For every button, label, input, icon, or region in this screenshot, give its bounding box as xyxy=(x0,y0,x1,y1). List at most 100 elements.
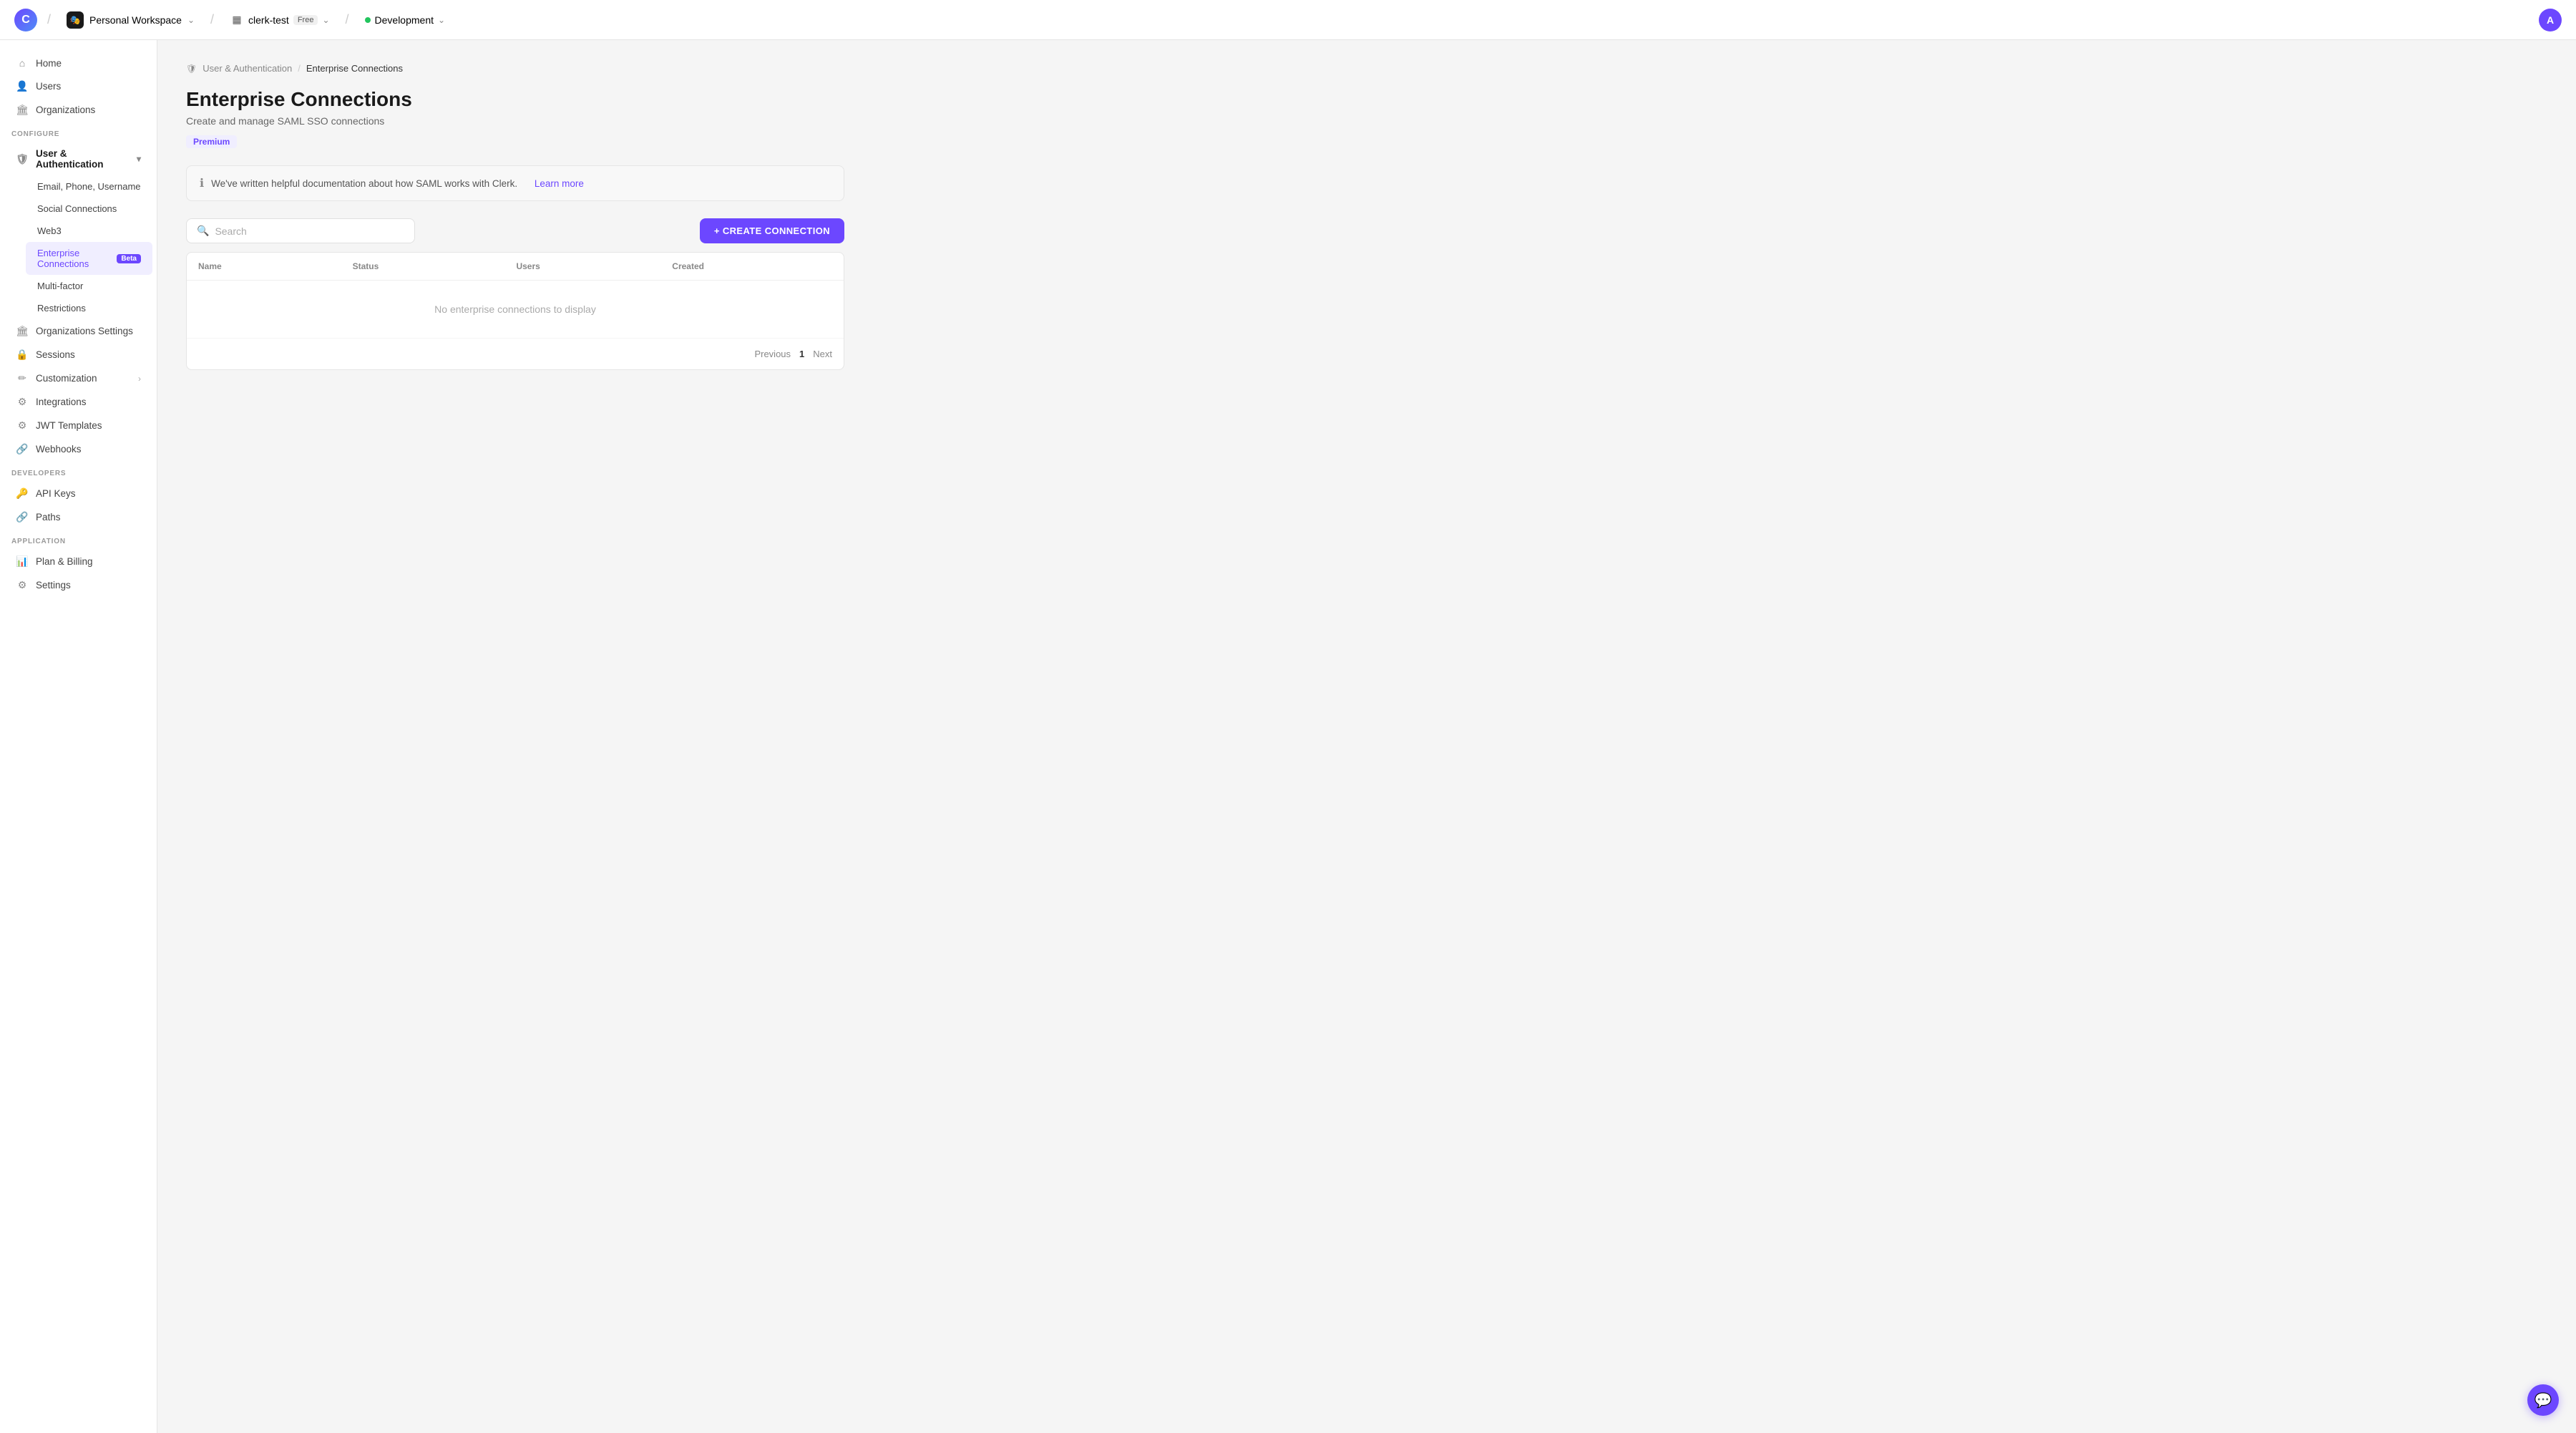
connections-table: Name Status Users Created No enterprise … xyxy=(186,252,844,370)
webhooks-icon: 🔗 xyxy=(16,443,29,455)
pagination-previous[interactable]: Previous xyxy=(754,349,791,359)
info-text: We've written helpful documentation abou… xyxy=(211,178,517,189)
settings-label: Settings xyxy=(36,580,71,591)
paths-icon: 🔗 xyxy=(16,511,29,523)
sidebar-item-multi-factor[interactable]: Multi-factor xyxy=(26,275,152,297)
sidebar-item-sessions[interactable]: 🔒 Sessions xyxy=(4,343,152,366)
sidebar-item-organizations[interactable]: 🏛 Organizations xyxy=(4,98,152,122)
sidebar-item-customization[interactable]: ✏ Customization › xyxy=(4,366,152,390)
settings-icon: ⚙ xyxy=(16,579,29,591)
learn-more-link[interactable]: Learn more xyxy=(535,178,584,189)
breadcrumb: 🛡 User & Authentication / Enterprise Con… xyxy=(186,63,844,74)
pagination-page-number: 1 xyxy=(799,349,804,359)
customization-label: Customization xyxy=(36,373,97,384)
search-box: 🔍 xyxy=(186,218,415,243)
sidebar-group-user-auth[interactable]: 🛡 User & Authentication ▾ xyxy=(4,142,152,175)
sidebar-organizations-label: Organizations xyxy=(36,105,95,115)
sidebar-item-restrictions[interactable]: Restrictions xyxy=(26,297,152,319)
topbar: C / 🎭 Personal Workspace ⌄ / ▦ clerk-tes… xyxy=(0,0,2576,40)
workspace-icon: 🎭 xyxy=(67,11,84,29)
app-selector[interactable]: ▦ clerk-test Free ⌄ xyxy=(224,10,335,30)
create-connection-button[interactable]: + CREATE CONNECTION xyxy=(700,218,844,243)
info-icon: ℹ xyxy=(200,176,204,190)
env-dot-icon xyxy=(365,17,371,23)
shield-icon: 🛡 xyxy=(16,153,29,165)
sidebar-item-social-connections[interactable]: Social Connections xyxy=(26,198,152,220)
sidebar-users-label: Users xyxy=(36,81,61,92)
sidebar-item-paths[interactable]: 🔗 Paths xyxy=(4,505,152,529)
sep3: / xyxy=(346,12,349,27)
page-subtitle: Create and manage SAML SSO connections xyxy=(186,115,844,127)
sidebar-item-settings[interactable]: ⚙ Settings xyxy=(4,573,152,597)
pagination: Previous 1 Next xyxy=(187,339,844,369)
home-icon: ⌂ xyxy=(16,57,29,69)
sidebar-item-email-phone[interactable]: Email, Phone, Username xyxy=(26,175,152,198)
integrations-icon: ⚙ xyxy=(16,396,29,408)
customization-icon: ✏ xyxy=(16,372,29,384)
sessions-icon: 🔒 xyxy=(16,349,29,361)
developers-section-label: DEVELOPERS xyxy=(0,461,157,482)
sidebar-item-jwt-templates[interactable]: ⚙ JWT Templates xyxy=(4,414,152,437)
chat-widget[interactable]: 💬 xyxy=(2527,1384,2559,1416)
col-created: Created xyxy=(660,253,844,281)
breadcrumb-current: Enterprise Connections xyxy=(306,63,403,74)
sidebar-item-plan-billing[interactable]: 📊 Plan & Billing xyxy=(4,550,152,573)
integrations-label: Integrations xyxy=(36,397,87,407)
col-name: Name xyxy=(187,253,341,281)
workspace-selector[interactable]: 🎭 Personal Workspace ⌄ xyxy=(61,9,200,31)
sidebar-item-web3[interactable]: Web3 xyxy=(26,220,152,242)
pagination-next[interactable]: Next xyxy=(813,349,832,359)
user-auth-label: User & Authentication xyxy=(36,148,130,170)
free-badge: Free xyxy=(293,15,318,25)
table-empty-row: No enterprise connections to display xyxy=(187,281,844,339)
sidebar-item-integrations[interactable]: ⚙ Integrations xyxy=(4,390,152,414)
webhooks-label: Webhooks xyxy=(36,444,82,455)
org-settings-icon: 🏛 xyxy=(16,325,29,337)
app-name: clerk-test xyxy=(248,14,289,26)
email-phone-label: Email, Phone, Username xyxy=(37,181,141,192)
environment-selector[interactable]: Development ⌄ xyxy=(359,11,452,29)
layout: ⌂ Home 👤 Users 🏛 Organizations CONFIGURE… xyxy=(0,40,2576,1433)
jwt-label: JWT Templates xyxy=(36,420,102,431)
jwt-icon: ⚙ xyxy=(16,419,29,432)
org-settings-label: Organizations Settings xyxy=(36,326,133,336)
env-chevron-icon: ⌄ xyxy=(438,15,445,25)
avatar[interactable]: A xyxy=(2539,9,2562,31)
breadcrumb-parent[interactable]: User & Authentication xyxy=(203,63,292,74)
application-section-label: APPLICATION xyxy=(0,529,157,550)
create-connection-label: + CREATE CONNECTION xyxy=(714,225,830,236)
workspace-chevron-icon: ⌄ xyxy=(187,15,195,25)
chat-icon: 💬 xyxy=(2534,1391,2552,1409)
search-icon: 🔍 xyxy=(197,225,209,237)
user-auth-chevron-icon: ▾ xyxy=(137,154,141,164)
configure-section-label: CONFIGURE xyxy=(0,122,157,142)
sidebar-item-api-keys[interactable]: 🔑 API Keys xyxy=(4,482,152,505)
sidebar-home-label: Home xyxy=(36,58,62,69)
app-icon: ▦ xyxy=(230,13,244,27)
clerk-logo: C xyxy=(14,9,37,31)
col-users: Users xyxy=(504,253,660,281)
plan-billing-icon: 📊 xyxy=(16,555,29,568)
col-status: Status xyxy=(341,253,505,281)
social-connections-label: Social Connections xyxy=(37,203,117,214)
sidebar-item-users[interactable]: 👤 Users xyxy=(4,74,152,98)
web3-label: Web3 xyxy=(37,225,62,236)
paths-label: Paths xyxy=(36,512,61,523)
search-input[interactable] xyxy=(215,225,404,237)
main-content: 🛡 User & Authentication / Enterprise Con… xyxy=(157,40,873,1433)
beta-badge: Beta xyxy=(117,254,141,263)
sidebar: ⌂ Home 👤 Users 🏛 Organizations CONFIGURE… xyxy=(0,40,157,1433)
table-empty-message: No enterprise connections to display xyxy=(187,281,844,339)
info-box: ℹ We've written helpful documentation ab… xyxy=(186,165,844,201)
user-auth-submenu: Email, Phone, Username Social Connection… xyxy=(0,175,157,319)
connections-table-inner: Name Status Users Created No enterprise … xyxy=(187,253,844,339)
breadcrumb-shield-icon: 🛡 xyxy=(186,64,197,74)
restrictions-label: Restrictions xyxy=(37,303,86,314)
users-icon: 👤 xyxy=(16,80,29,92)
sidebar-item-org-settings[interactable]: 🏛 Organizations Settings xyxy=(4,319,152,343)
toolbar: 🔍 + CREATE CONNECTION xyxy=(186,218,844,243)
multi-factor-label: Multi-factor xyxy=(37,281,83,291)
sidebar-item-enterprise-connections[interactable]: Enterprise Connections Beta xyxy=(26,242,152,275)
sidebar-item-webhooks[interactable]: 🔗 Webhooks xyxy=(4,437,152,461)
sidebar-item-home[interactable]: ⌂ Home xyxy=(4,52,152,74)
